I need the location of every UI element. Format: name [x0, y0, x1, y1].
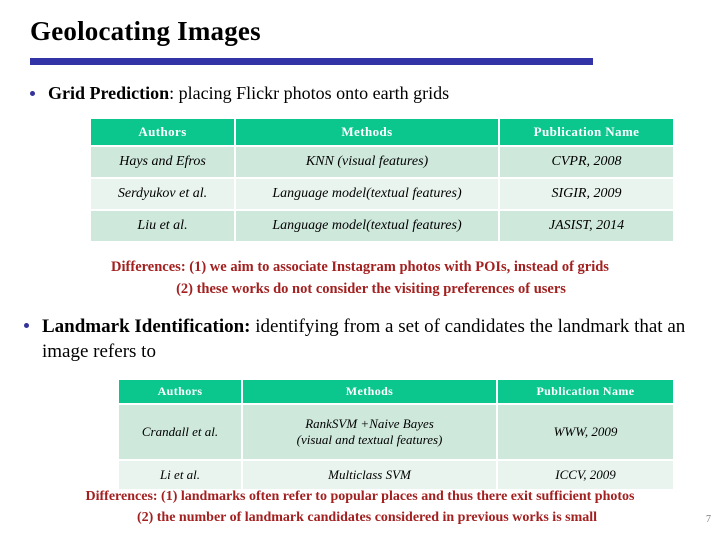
- bullet-landmark-identification: Landmark Identification: identifying fro…: [24, 314, 704, 365]
- bullet-grid-prediction-lead: Grid Prediction: [48, 83, 170, 103]
- cell-authors: Crandall et al.: [119, 405, 241, 459]
- cell-authors: Li et al.: [119, 461, 241, 489]
- cell-methods: Language model(textual features): [236, 211, 498, 241]
- cell-publication: WWW, 2009: [498, 405, 673, 459]
- column-header-methods: Methods: [243, 380, 496, 403]
- differences-note-line1: Differences: (1) we aim to associate Ins…: [111, 259, 609, 275]
- cell-methods: KNN (visual features): [236, 147, 498, 177]
- differences-note-grid-prediction: Differences: (1) we aim to associate Ins…: [0, 256, 720, 300]
- table-header-row: Authors Methods Publication Name: [91, 119, 673, 145]
- cell-publication: CVPR, 2008: [500, 147, 673, 177]
- page-number: 7: [706, 514, 711, 525]
- page-title: Geolocating Images: [30, 16, 261, 46]
- cell-methods-line2: (visual and textual features): [296, 432, 443, 447]
- table-row: Liu et al. Language model(textual featur…: [91, 211, 673, 241]
- bullet-dot-icon: [24, 323, 29, 328]
- differences-note-line2: (2) these works do not consider the visi…: [176, 281, 566, 298]
- cell-methods: RankSVM +Naive Bayes (visual and textual…: [243, 405, 496, 459]
- column-header-methods: Methods: [236, 119, 498, 145]
- cell-publication: ICCV, 2009: [498, 461, 673, 489]
- table-row: Hays and Efros KNN (visual features) CVP…: [91, 147, 673, 177]
- table-header-row: Authors Methods Publication Name: [119, 380, 673, 403]
- cell-methods-line1: RankSVM +Naive Bayes: [305, 416, 434, 432]
- cell-authors: Serdyukov et al.: [91, 179, 234, 209]
- cell-methods: Language model(textual features): [236, 179, 498, 209]
- differences-note-line1: Differences: (1) landmarks often refer t…: [85, 489, 635, 504]
- column-header-publication: Publication Name: [500, 119, 673, 145]
- cell-authors: Liu et al.: [91, 211, 234, 241]
- column-header-authors: Authors: [91, 119, 234, 145]
- cell-publication: JASIST, 2014: [500, 211, 673, 241]
- cell-authors: Hays and Efros: [91, 147, 234, 177]
- table-row: Serdyukov et al. Language model(textual …: [91, 179, 673, 209]
- bullet-grid-prediction-rest: : placing Flickr photos onto earth grids: [169, 83, 450, 103]
- bullet-grid-prediction-text: Grid Prediction: placing Flickr photos o…: [48, 82, 449, 105]
- differences-note-landmark-identification: Differences: (1) landmarks often refer t…: [0, 487, 720, 528]
- bullet-landmark-identification-text: Landmark Identification: identifying fro…: [42, 314, 704, 365]
- cell-publication: SIGIR, 2009: [500, 179, 673, 209]
- differences-note-line2: (2) the number of landmark candidates co…: [136, 509, 598, 525]
- column-header-publication: Publication Name: [498, 380, 673, 403]
- bullet-landmark-identification-lead: Landmark Identification:: [42, 316, 251, 337]
- column-header-authors: Authors: [119, 380, 241, 403]
- table-landmark-identification: Authors Methods Publication Name Crandal…: [117, 378, 675, 491]
- table-grid-prediction: Authors Methods Publication Name Hays an…: [89, 117, 675, 243]
- bullet-dot-icon: [30, 91, 35, 96]
- cell-methods: Multiclass SVM: [243, 461, 496, 489]
- table-row: Crandall et al. RankSVM +Naive Bayes (vi…: [119, 405, 673, 459]
- bullet-grid-prediction: Grid Prediction: placing Flickr photos o…: [30, 82, 449, 105]
- table-row: Li et al. Multiclass SVM ICCV, 2009: [119, 461, 673, 489]
- title-underline-bar: [30, 58, 593, 65]
